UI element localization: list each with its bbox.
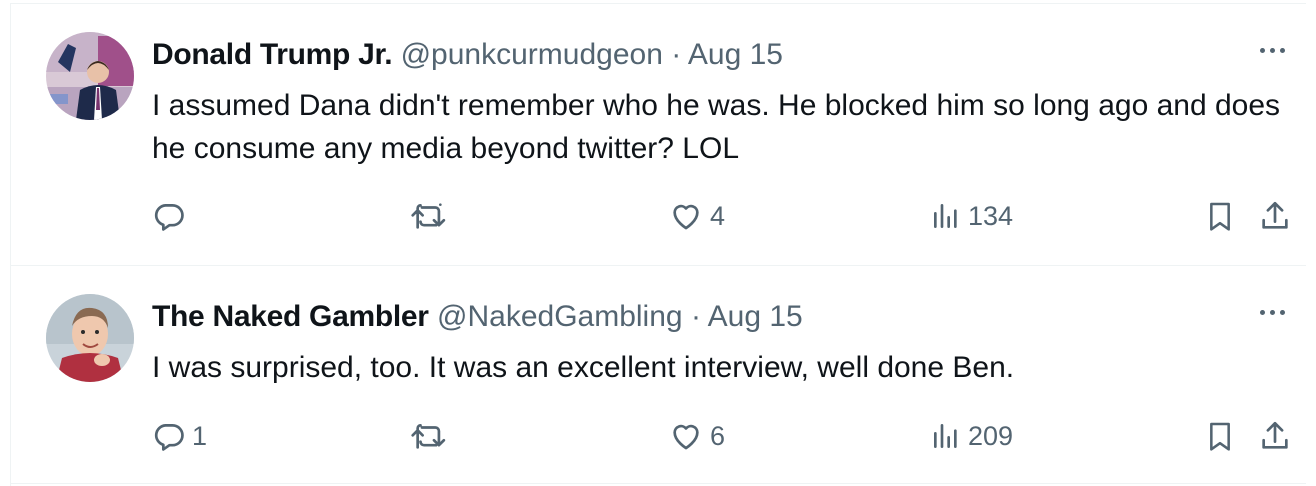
reply-button[interactable]: 1 xyxy=(152,416,207,456)
tweet-text: I assumed Dana didn't remember who he wa… xyxy=(152,89,1281,165)
tweet-header: The Naked Gambler @NakedGambling · Aug 1… xyxy=(152,299,803,335)
reply-button[interactable] xyxy=(152,196,192,236)
feed-bottom-border xyxy=(10,483,1306,484)
more-icon[interactable] xyxy=(1254,40,1290,60)
more-icon[interactable] xyxy=(1254,302,1290,322)
more-dot xyxy=(1269,47,1275,53)
heart-icon xyxy=(668,419,704,453)
repost-icon xyxy=(410,419,448,453)
bookmark-button[interactable] xyxy=(1204,416,1236,456)
repost-icon xyxy=(410,199,448,233)
tweet-text: I was surprised, too. It was an excellen… xyxy=(152,351,1015,384)
like-button[interactable]: 4 xyxy=(668,196,725,236)
tweet-header: Donald Trump Jr. @punkcurmudgeon · Aug 1… xyxy=(152,37,783,73)
share-icon xyxy=(1258,199,1292,233)
author-handle[interactable]: @punkcurmudgeon xyxy=(401,38,663,71)
more-dot xyxy=(1269,309,1275,315)
reply-icon xyxy=(152,419,186,453)
tweet-date[interactable]: Aug 15 xyxy=(708,300,803,333)
more-dot xyxy=(1279,47,1285,53)
reply-icon xyxy=(152,199,186,233)
bookmark-button[interactable] xyxy=(1204,196,1236,236)
tweet-actions: 1 6 209 xyxy=(152,416,1296,456)
tweet[interactable]: Donald Trump Jr. @punkcurmudgeon · Aug 1… xyxy=(10,4,1306,265)
author-handle[interactable]: @NakedGambling xyxy=(437,300,683,333)
more-dot xyxy=(1279,309,1285,315)
views-icon xyxy=(930,199,962,233)
share-icon xyxy=(1258,419,1292,453)
tweet-feed: Donald Trump Jr. @punkcurmudgeon · Aug 1… xyxy=(0,0,1316,486)
heart-icon xyxy=(668,199,704,233)
like-count: 4 xyxy=(710,200,726,231)
views-button[interactable]: 134 xyxy=(930,196,1013,236)
reply-count: 1 xyxy=(192,420,208,451)
separator-dot: · xyxy=(671,38,682,71)
tweet[interactable]: The Naked Gambler @NakedGambling · Aug 1… xyxy=(10,266,1306,483)
tweet-date[interactable]: Aug 15 xyxy=(688,38,783,71)
share-button[interactable] xyxy=(1258,196,1292,236)
more-dot xyxy=(1259,47,1265,53)
more-dot xyxy=(1259,309,1265,315)
bookmark-icon xyxy=(1204,198,1236,234)
like-button[interactable]: 6 xyxy=(668,416,725,456)
like-count: 6 xyxy=(710,420,726,451)
avatar[interactable] xyxy=(46,294,134,382)
bookmark-icon xyxy=(1204,418,1236,454)
author-name[interactable]: Donald Trump Jr. xyxy=(152,38,393,71)
separator-dot: · xyxy=(690,300,701,333)
views-button[interactable]: 209 xyxy=(930,416,1013,456)
share-button[interactable] xyxy=(1258,416,1292,456)
tweet-actions: 4 134 xyxy=(152,196,1296,236)
repost-button[interactable] xyxy=(410,416,454,456)
view-count: 134 xyxy=(968,200,1014,231)
views-icon xyxy=(930,419,962,453)
view-count: 209 xyxy=(968,420,1014,451)
avatar[interactable] xyxy=(46,32,134,120)
author-name[interactable]: The Naked Gambler xyxy=(152,300,429,333)
repost-button[interactable] xyxy=(410,196,454,236)
